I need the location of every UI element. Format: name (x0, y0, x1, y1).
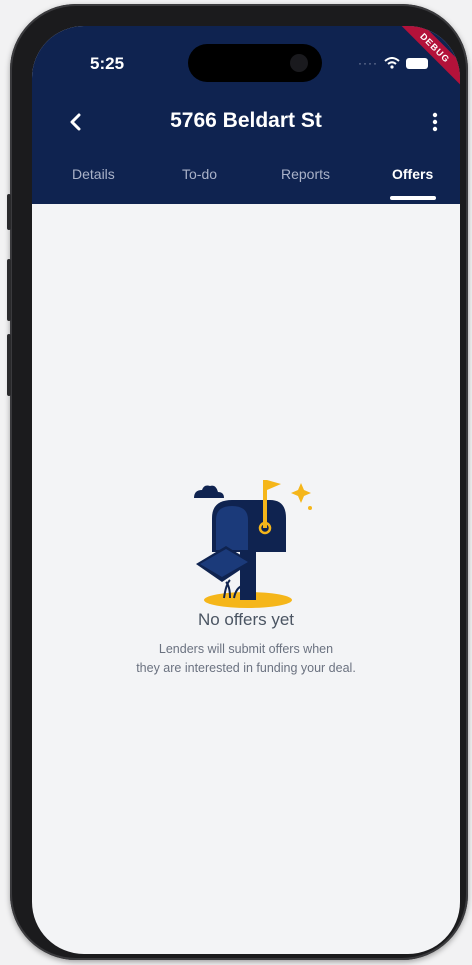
app-header: 5:25 ···· DEBUG 5766 Beldart St Details … (32, 26, 460, 204)
action-button (7, 194, 11, 230)
tab-offers[interactable]: Offers (392, 166, 433, 182)
phone-frame: 5:25 ···· DEBUG 5766 Beldart St Details … (7, 4, 468, 960)
page-title: 5766 Beldart St (170, 109, 322, 132)
tab-reports[interactable]: Reports (281, 166, 330, 182)
volume-down-button (7, 334, 11, 396)
camera-icon (290, 54, 308, 72)
wifi-icon (384, 57, 400, 69)
empty-mailbox-icon (194, 480, 312, 608)
signal-icon: ···· (358, 56, 378, 70)
empty-state-title: No offers yet (197, 610, 295, 629)
more-options-icon[interactable] (432, 112, 438, 132)
battery-icon (405, 57, 428, 69)
tab-details[interactable]: Details (72, 166, 115, 182)
active-tab-indicator (390, 196, 436, 200)
empty-state-line-2: they are interested in funding your deal… (136, 661, 356, 675)
app-screen: 5:25 ···· DEBUG 5766 Beldart St Details … (32, 26, 460, 954)
dynamic-island (188, 44, 322, 82)
volume-up-button (7, 259, 11, 321)
empty-state-description: Lenders will submit offers when they are… (32, 640, 460, 678)
status-icons: ···· (358, 56, 428, 70)
tab-to-do[interactable]: To-do (182, 166, 217, 182)
status-time: 5:25 (90, 54, 125, 73)
empty-state-line-1: Lenders will submit offers when (158, 642, 334, 656)
